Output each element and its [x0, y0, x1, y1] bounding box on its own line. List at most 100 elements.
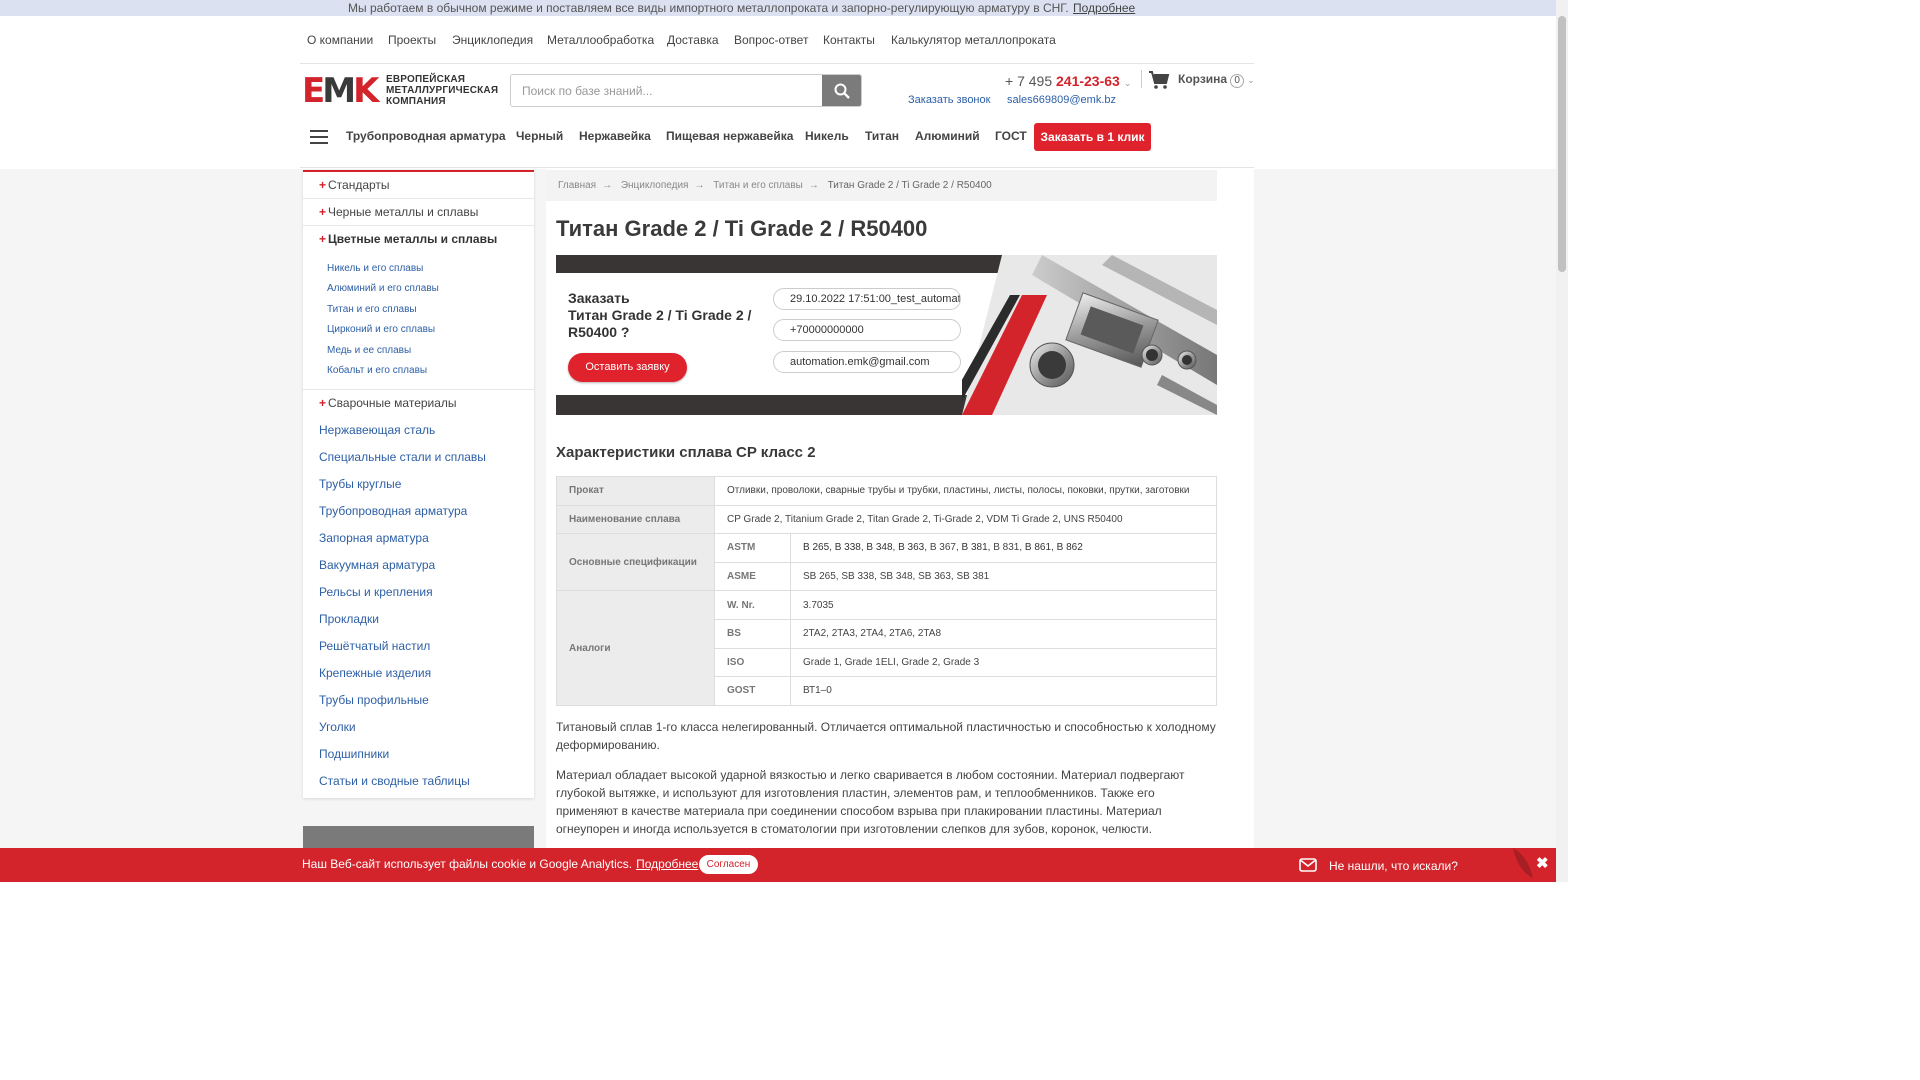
sidebar-item-ferrous[interactable]: + Черные металлы и сплавы [303, 199, 534, 226]
phone-number[interactable]: + 7 495 241-23-63 ⌄ [1005, 73, 1131, 89]
breadcrumb-titanium[interactable]: Титан и его сплавы [713, 180, 803, 191]
breadcrumb-encyclopedia[interactable]: Энциклопедия [621, 180, 689, 191]
banner-question: Заказать Титан Grade 2 / Ti Grade 2 / R5… [568, 290, 752, 340]
table-header-cell: Основные спецификации [556, 533, 715, 592]
sidebar-sub-nickel[interactable]: Никель и его сплавы [303, 259, 534, 279]
sidebar-menu: + Стандарты + Черные металлы и сплавы + Цве… [303, 170, 534, 799]
sidebar-item-welding[interactable]: + Сварочные материалы [303, 390, 534, 417]
astm-link[interactable]: B 862 [1057, 542, 1083, 553]
plus-icon: + [319, 205, 327, 219]
sidebar-link[interactable]: Запорная арматура [303, 525, 534, 552]
info-topbar: Мы работаем в обычном режиме и поставляе… [0, 0, 1556, 16]
cat-pipeline-valves[interactable]: Трубопроводная арматура [346, 129, 506, 143]
sidebar-link[interactable]: Рельсы и крепления [303, 579, 534, 606]
cart-icon[interactable] [1148, 70, 1170, 90]
cat-aluminium[interactable]: Алюминий [915, 129, 980, 143]
sidebar-item-nonferrous[interactable]: + Цветные металлы и сплавы [303, 226, 534, 253]
sidebar-link[interactable]: Нержавеющая сталь [303, 417, 534, 444]
sidebar-link[interactable]: Уголки [303, 714, 534, 741]
plus-icon: + [319, 232, 327, 246]
sidebar-link[interactable]: Подшипники [303, 741, 534, 768]
search-button[interactable] [822, 75, 861, 106]
nav-about[interactable]: О компании [307, 33, 373, 47]
chevron-down-icon[interactable]: ⌄ [1124, 78, 1132, 88]
nav-contacts[interactable]: Контакты [823, 33, 875, 47]
astm-link[interactable]: B 265 [803, 542, 829, 553]
table-subheader-cell: ASTM [714, 533, 791, 563]
astm-link[interactable]: B 363 [898, 542, 924, 553]
sidebar-link[interactable]: Вакуумная арматура [303, 552, 534, 579]
breadcrumb-home[interactable]: Главная [558, 180, 596, 191]
astm-link[interactable]: B 861 [1025, 542, 1051, 553]
cookie-text: Наш Веб-сайт использует файлы cookie и G… [302, 857, 699, 871]
search-input[interactable] [511, 75, 823, 106]
nav-encyclopedia[interactable]: Энциклопедия [452, 33, 533, 47]
table-cell: Отливки, проволоки, сварные трубы и труб… [714, 476, 1217, 506]
page-title: Титан Grade 2 / Ti Grade 2 / R50400 [556, 216, 928, 241]
nav-projects[interactable]: Проекты [388, 33, 436, 47]
cat-black[interactable]: Черный [516, 129, 563, 143]
sidebar-link[interactable]: Статьи и сводные таблицы [303, 768, 534, 795]
cookie-more-link[interactable]: Подробнее [636, 857, 698, 871]
astm-link[interactable]: B 381 [962, 542, 988, 553]
cat-food-stainless[interactable]: Пищевая нержавейка [666, 129, 793, 143]
astm-link[interactable]: B 338 [835, 542, 861, 553]
name-field[interactable]: 29.10.2022 17:51:00_test_automation [773, 288, 961, 310]
cat-stainless[interactable]: Нержавейка [579, 129, 651, 143]
plus-icon: + [319, 178, 327, 192]
email-field[interactable]: automation.emk@gmail.com [773, 351, 961, 373]
cookie-agree-button[interactable]: Согласен [699, 855, 758, 874]
submit-request-button[interactable]: Оставить заявку [568, 353, 687, 382]
table-cell: CP Grade 2, Titanium Grade 2, Titan Grad… [714, 504, 1217, 535]
nav-delivery[interactable]: Доставка [667, 33, 719, 47]
sidebar-item-standards[interactable]: + Стандарты [303, 172, 534, 199]
sidebar-link[interactable]: Прокладки [303, 606, 534, 633]
cart-button[interactable]: Корзина 0 ⌄ [1178, 72, 1255, 88]
table-subheader-cell: ASME [714, 561, 791, 592]
sidebar-link[interactable]: Крепежные изделия [303, 660, 534, 687]
table-subheader-cell: ISO [714, 647, 791, 678]
nav-calculator[interactable]: Калькулятор металлопроката [891, 33, 1056, 47]
scrollbar-thumb[interactable] [1558, 16, 1566, 272]
cat-gost[interactable]: ГОСТ [995, 129, 1027, 143]
spec-table: Прокат Отливки, проволоки, сварные трубы… [556, 476, 1217, 706]
metal-profiles-image [962, 255, 1217, 415]
info-more-link[interactable]: Подробнее [1073, 1, 1135, 15]
sidebar-link[interactable]: Решётчатый настил [303, 633, 534, 660]
sidebar-sub-titanium[interactable]: Титан и его сплавы [303, 300, 534, 320]
sidebar-sub-copper[interactable]: Медь и ее сплавы [303, 341, 534, 361]
divider [1141, 70, 1142, 88]
table-header-cell: Наименование сплава [556, 504, 715, 535]
info-message: Мы работаем в обычном режиме и поставляе… [348, 1, 1069, 15]
phone-field[interactable]: +70000000000 [773, 319, 961, 341]
close-icon[interactable]: ✖ [1536, 854, 1549, 872]
logo-mark: EMK [302, 71, 379, 111]
email-link[interactable]: sales669809@emk.bz [1007, 94, 1116, 106]
cat-titanium[interactable]: Титан [865, 129, 899, 143]
leaf-icon [1513, 848, 1533, 878]
callback-link[interactable]: Заказать звонок [908, 94, 990, 106]
nav-metalworking[interactable]: Металлообработка [547, 33, 654, 47]
sidebar-sub-zirconium[interactable]: Цирконий и его сплавы [303, 320, 534, 340]
sidebar-sub-aluminium[interactable]: Алюминий и его сплавы [303, 279, 534, 299]
search-box [510, 74, 862, 107]
company-logo[interactable]: EMK ЕВРОПЕЙСКАЯ МЕТАЛЛУРГИЧЕСКАЯ КОМПАНИ… [302, 71, 498, 111]
sidebar-link[interactable]: Трубопроводная арматура [303, 498, 534, 525]
scrollbar[interactable] [1556, 0, 1568, 882]
sidebar-link[interactable]: Трубы профильные [303, 687, 534, 714]
category-bar: Трубопроводная арматура Черный Нержавейк… [300, 120, 1254, 168]
description-paragraph: Материал обладает высокой ударной вязкос… [556, 768, 1185, 836]
sidebar-link[interactable]: Специальные стали и сплавы [303, 444, 534, 471]
table-header-cell: Прокат [556, 476, 715, 506]
cat-nickel[interactable]: Никель [805, 129, 849, 143]
menu-icon[interactable] [310, 130, 328, 144]
table-cell: ВТ1–0 [790, 676, 1217, 706]
astm-link[interactable]: B 348 [866, 542, 892, 553]
nav-faq[interactable]: Вопрос-ответ [734, 33, 808, 47]
table-header-cell: Аналоги [556, 590, 715, 706]
not-found-widget[interactable]: Не нашли, что искали? ✖ [1287, 848, 1556, 882]
order-banner: Заказать Титан Grade 2 / Ti Grade 2 / R5… [556, 255, 1217, 415]
sidebar-sub-cobalt[interactable]: Кобальт и его сплавы [303, 361, 534, 381]
sidebar-link[interactable]: Трубы круглые [303, 471, 534, 498]
order-one-click-button[interactable]: Заказать в 1 клик [1034, 123, 1151, 151]
